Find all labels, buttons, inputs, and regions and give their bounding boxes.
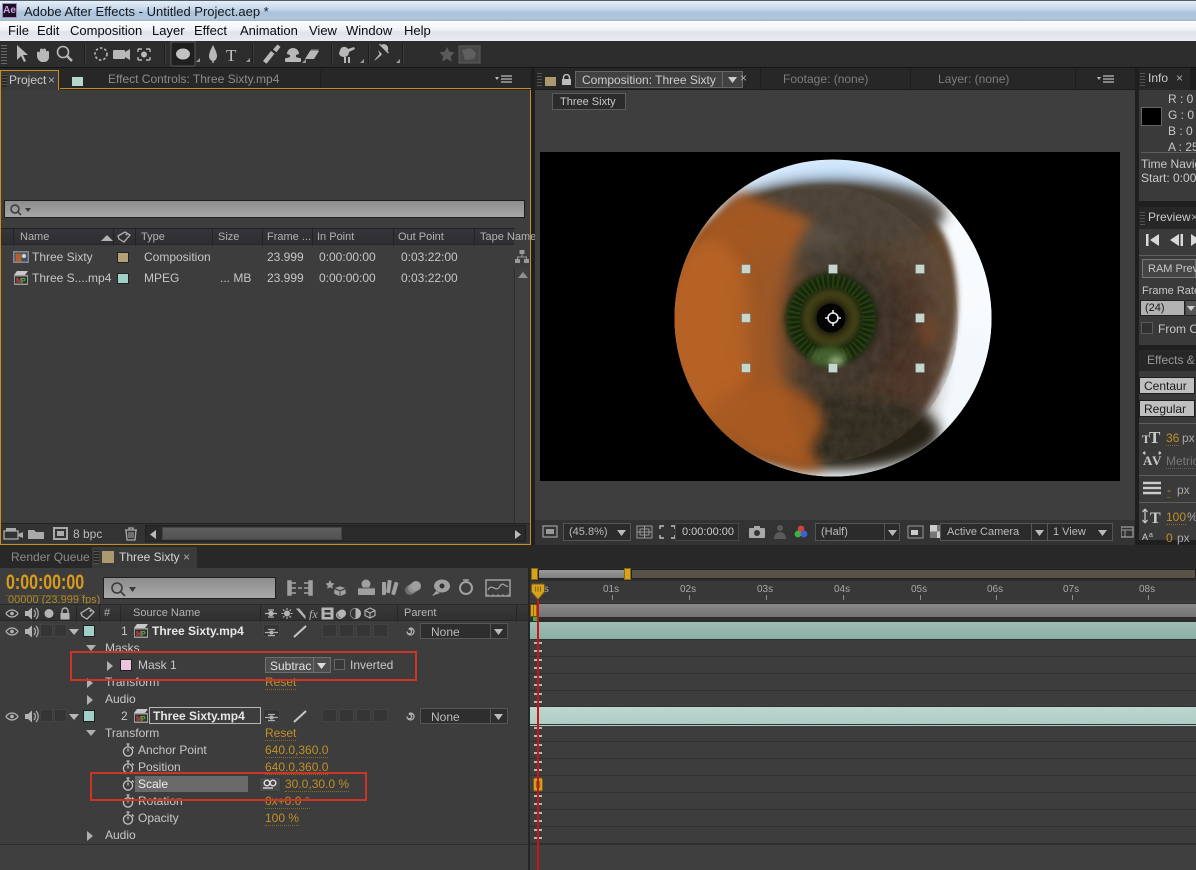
svg-text:P: P	[141, 716, 146, 723]
svg-text:a: a	[1149, 532, 1153, 539]
svg-text:T: T	[226, 46, 237, 65]
svg-text:V: V	[1152, 453, 1162, 468]
svg-text:P: P	[21, 278, 26, 285]
svg-text:T: T	[1150, 510, 1161, 526]
svg-text:T: T	[1149, 428, 1161, 445]
svg-text:fx: fx	[309, 607, 318, 620]
svg-text:P: P	[141, 631, 146, 638]
svg-text:A: A	[1142, 532, 1148, 542]
